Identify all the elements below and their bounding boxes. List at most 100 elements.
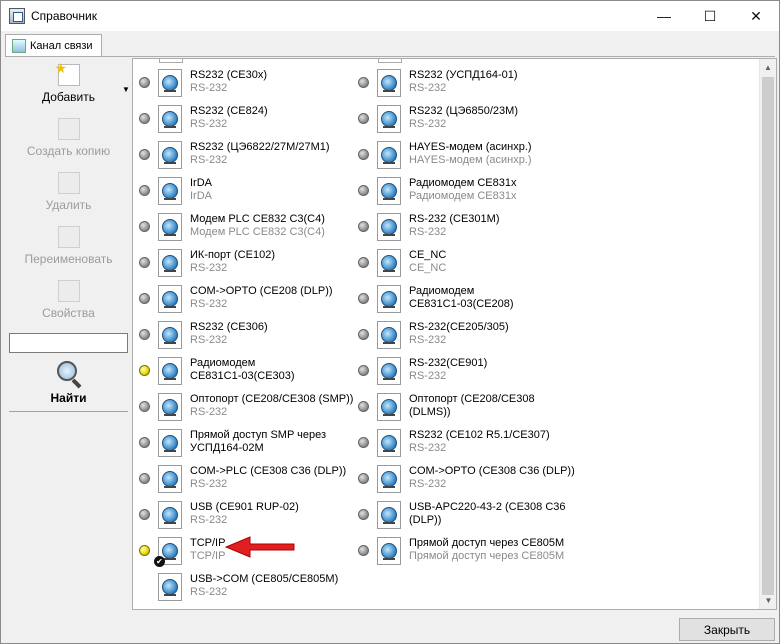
list-item[interactable]: Радиомодем CE831C1-03(CE208) xyxy=(352,281,567,317)
list-item[interactable]: Оптопорт (CE208/CE308 (SMP)) RS-232 xyxy=(133,389,353,425)
tab-divider xyxy=(5,56,775,57)
list-item[interactable]: RS-232(CE205/305) RS-232 xyxy=(352,317,567,353)
item-name: RS232 (CE30x) xyxy=(190,69,268,81)
item-name: Оптопорт (CE208/CE308 (SMP)) xyxy=(190,393,354,405)
list-item[interactable]: USB (CE901 RUP-02) RS-232 xyxy=(133,497,348,533)
scroll-up-icon[interactable]: ▲ xyxy=(760,59,776,76)
status-indicator-icon xyxy=(139,401,150,412)
add-dropdown-arrow-icon[interactable]: ▼ xyxy=(122,85,130,94)
rename-button[interactable]: Переименовать xyxy=(6,226,131,266)
item-name: RS232 (ЦЭ6850/23М) xyxy=(409,105,518,117)
delete-label: Удалить xyxy=(45,198,92,212)
create-copy-button[interactable]: Создать копию xyxy=(6,118,131,158)
status-indicator-icon xyxy=(139,509,150,520)
item-name: IrDA xyxy=(190,177,212,189)
list-item[interactable]: RS232 (ЦЭ6850/23М) RS-232 xyxy=(352,101,567,137)
magnifier-icon xyxy=(55,361,83,389)
list-item[interactable]: RS232 (CE824) RS-232 xyxy=(133,101,348,137)
list-item[interactable]: CE_NC CE_NC xyxy=(352,245,567,281)
item-name: USB (CE901 RUP-02) xyxy=(190,501,299,513)
channel-globe-icon xyxy=(158,177,182,205)
item-name: RS232 (CE102 R5.1/CE307) xyxy=(409,429,550,441)
item-type: RS-232 xyxy=(409,118,447,130)
item-type: RS-232 xyxy=(190,334,228,346)
list-item[interactable]: RS-232 (CE301M) RS-232 xyxy=(352,209,567,245)
list-item[interactable]: Радиомодем CE831x Радиомодем CE831x xyxy=(352,173,567,209)
status-indicator-icon xyxy=(139,257,150,268)
list-item[interactable]: RS232 (CE102 R5.1/CE307) RS-232 xyxy=(352,425,567,461)
delete-button[interactable]: Удалить xyxy=(6,172,131,212)
channel-globe-icon xyxy=(377,69,401,97)
list-item[interactable]: Оптопорт (CE208/CE308 (DLMS)) xyxy=(352,389,567,425)
status-indicator-icon xyxy=(358,509,369,520)
channel-globe-icon xyxy=(158,393,182,421)
tab-channel[interactable]: Канал связи xyxy=(5,34,102,56)
partial-item-icon xyxy=(159,59,183,63)
status-indicator-icon xyxy=(358,365,369,376)
list-item[interactable]: COM->PLC (CE308 C36 (DLP)) RS-232 xyxy=(133,461,348,497)
list-item[interactable]: Прямой доступ SMP через УСПД164-02М xyxy=(133,425,348,461)
status-indicator-icon xyxy=(358,113,369,124)
rename-icon xyxy=(57,226,80,248)
red-arrow-annotation xyxy=(224,536,295,558)
item-name: Оптопорт (CE208/CE308 xyxy=(409,393,535,405)
item-name: USB-APC220-43-2 (CE308 C36 xyxy=(409,501,566,513)
item-type: HAYES-модем (асинхр.) xyxy=(409,154,532,166)
item-type: TCP/IP xyxy=(190,550,226,562)
properties-button[interactable]: Свойства xyxy=(6,280,131,320)
toolbar-panel: ★ Добавить ▼ Создать копию Удалить Переи… xyxy=(6,58,131,611)
channel-globe-icon xyxy=(158,573,182,601)
list-item[interactable]: RS232 (CE30x) RS-232 xyxy=(133,65,348,101)
window-title: Справочник xyxy=(31,9,97,23)
scroll-thumb[interactable] xyxy=(762,77,774,595)
item-type: RS-232 xyxy=(190,118,228,130)
search-input[interactable] xyxy=(9,333,128,353)
channel-globe-icon xyxy=(377,465,401,493)
list-item[interactable]: ИК-порт (CE102) RS-232 xyxy=(133,245,348,281)
list-item[interactable]: USB-APC220-43-2 (CE308 C36 (DLP)) xyxy=(352,497,567,533)
status-indicator-icon xyxy=(139,113,150,124)
item-type: Модем PLC CE832 C3(C4) xyxy=(190,226,325,238)
item-name: Прямой доступ через CE805M xyxy=(409,537,565,549)
close-button[interactable]: Закрыть xyxy=(679,618,775,641)
channel-globe-icon xyxy=(158,213,182,241)
list-item[interactable]: USB->COM (CE805/CE805M) RS-232 xyxy=(133,569,348,605)
list-item[interactable]: Модем PLC CE832 C3(C4) Модем PLC CE832 C3… xyxy=(133,209,348,245)
status-indicator-icon xyxy=(139,545,150,556)
status-indicator-icon xyxy=(358,77,369,88)
add-button[interactable]: ★ Добавить ▼ xyxy=(6,60,131,104)
item-type: RS-232 xyxy=(409,226,447,238)
channel-globe-icon xyxy=(377,285,401,313)
channel-globe-icon xyxy=(158,141,182,169)
list-item[interactable]: RS232 (ЦЭ6822/27М/27М1) RS-232 xyxy=(133,137,348,173)
list-item[interactable]: RS232 (CE306) RS-232 xyxy=(133,317,348,353)
minimize-button[interactable]: — xyxy=(641,1,687,31)
vertical-scrollbar[interactable]: ▲ ▼ xyxy=(759,59,776,609)
list-item[interactable]: IrDA IrDA xyxy=(133,173,348,209)
list-item[interactable]: HAYES-модем (асинхр.) HAYES-модем (асинхр… xyxy=(352,137,567,173)
item-type: RS-232 xyxy=(409,82,447,94)
item-type: RS-232 xyxy=(409,334,447,346)
item-type: RS-232 xyxy=(190,298,228,310)
item-type: (DLP)) xyxy=(409,514,442,526)
list-item[interactable]: COM->OPTO (CE308 C36 (DLP)) RS-232 xyxy=(352,461,575,497)
channel-globe-icon xyxy=(158,321,182,349)
properties-label: Свойства xyxy=(42,306,95,320)
channel-globe-icon xyxy=(158,429,182,457)
list-item[interactable]: Прямой доступ через CE805M Прямой доступ … xyxy=(352,533,567,569)
maximize-button[interactable]: ☐ xyxy=(687,1,733,31)
list-item[interactable]: RS-232(CE901) RS-232 xyxy=(352,353,567,389)
item-type: RS-232 xyxy=(190,82,228,94)
close-window-button[interactable]: ✕ xyxy=(733,1,779,31)
status-indicator-icon xyxy=(358,437,369,448)
item-type: Радиомодем CE831x xyxy=(409,190,517,202)
list-item[interactable]: RS232 (УСПД164-01) RS-232 xyxy=(352,65,567,101)
find-button[interactable]: Найти xyxy=(9,358,128,412)
item-type: CE_NC xyxy=(409,262,447,274)
status-indicator-icon xyxy=(358,149,369,160)
list-item[interactable]: Радиомодем CE831C1-03(CE303) xyxy=(133,353,348,389)
channel-globe-icon xyxy=(377,501,401,529)
list-item[interactable]: COM->OPTO (CE208 (DLP)) RS-232 xyxy=(133,281,348,317)
scroll-down-icon[interactable]: ▼ xyxy=(760,592,776,609)
item-name: Модем PLC CE832 C3(C4) xyxy=(190,213,325,225)
